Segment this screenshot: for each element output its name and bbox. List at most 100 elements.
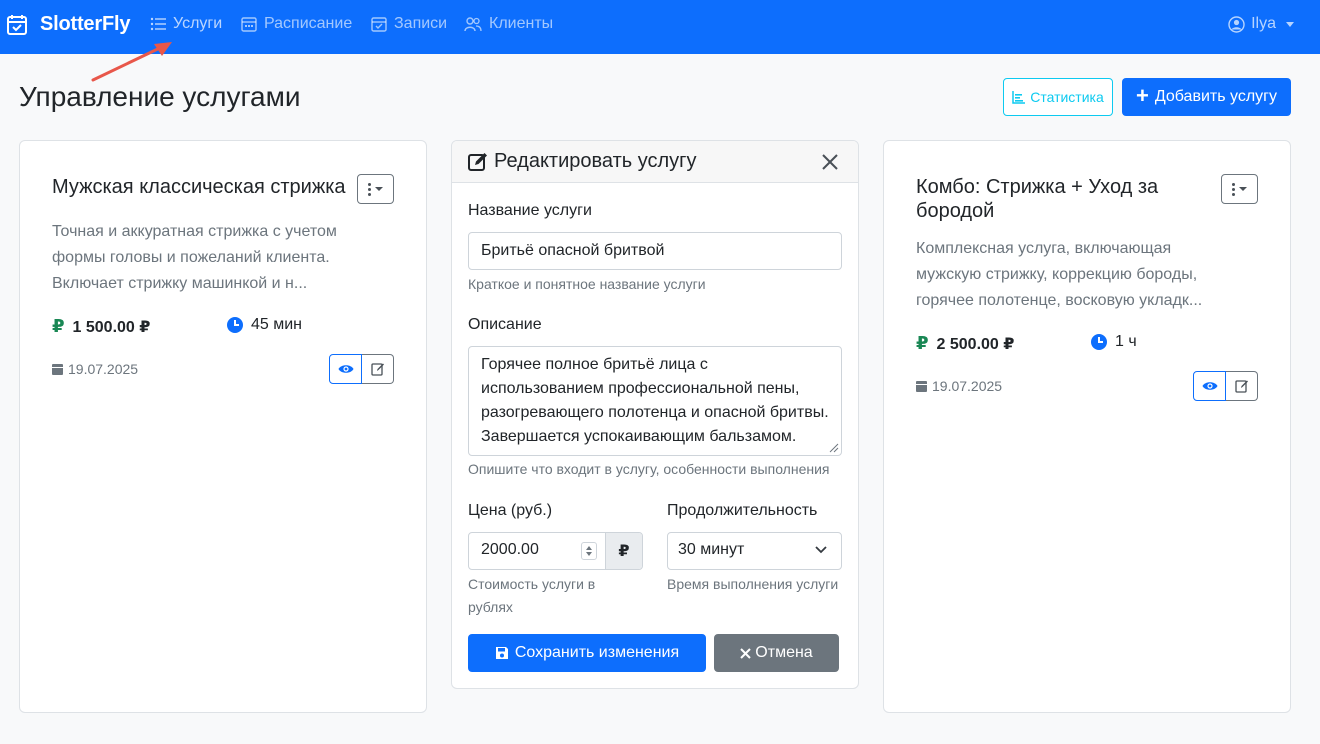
navbar: SlotterFly Услуги Расписание Записи Клие… — [0, 0, 1320, 54]
edit-form-header: Редактировать услугу — [452, 141, 858, 183]
service-card: Мужская классическая стрижка Точная и ак… — [19, 140, 427, 713]
price-label: Цена (руб.) — [468, 502, 553, 519]
user-menu[interactable]: Ilya — [1228, 15, 1294, 33]
service-date: 19.07.2025 — [916, 378, 1002, 394]
chevron-down-icon — [815, 546, 827, 554]
kebab-icon — [1232, 182, 1235, 196]
edit-form-title: Редактировать услугу — [468, 150, 696, 173]
close-icon — [740, 647, 752, 659]
duration-value: 45 мин — [251, 316, 303, 333]
duration-hint: Время выполнения услуги — [667, 576, 839, 592]
ruble-icon: ₽ — [52, 316, 65, 336]
date-value: 19.07.2025 — [68, 361, 139, 377]
card-actions — [329, 354, 394, 384]
add-service-label: Добавить услугу — [1154, 88, 1277, 105]
service-name-input[interactable] — [468, 232, 842, 270]
save-icon — [495, 647, 508, 659]
people-icon — [464, 17, 482, 32]
user-circle-icon — [1228, 15, 1245, 33]
nav-label: Услуги — [173, 15, 223, 32]
user-name: Ilya — [1251, 15, 1276, 32]
service-price: ₽ 1 500.00 ₽ — [52, 316, 150, 337]
edit-service-form: Редактировать услугу Название услуги Кра… — [451, 140, 859, 689]
schedule-icon — [241, 17, 257, 32]
clock-icon — [227, 317, 243, 333]
service-duration: 1 ч — [1091, 333, 1137, 351]
add-service-button[interactable]: + Добавить услугу — [1122, 78, 1291, 116]
service-price: ₽ 2 500.00 ₽ — [916, 333, 1014, 354]
service-date: 19.07.2025 — [52, 361, 138, 377]
cancel-label: Отмена — [755, 644, 813, 661]
price-input[interactable]: 2000.00 — [469, 533, 605, 569]
calendar-check-icon — [7, 14, 27, 35]
service-card: Комбо: Стрижка + Уход за бородой Комплек… — [883, 140, 1291, 713]
edit-icon — [370, 363, 384, 376]
page-title: Управление услугами — [19, 81, 301, 112]
chevron-down-icon — [1239, 187, 1247, 191]
service-description: Точная и аккуратная стрижка с учетом фор… — [52, 223, 337, 292]
number-spinner[interactable] — [581, 542, 597, 560]
statistics-button[interactable]: Статистика — [1003, 78, 1113, 116]
edit-icon — [468, 152, 487, 171]
description-label: Описание — [468, 316, 542, 333]
description-value: Горячее полное бритьё лица с использован… — [481, 356, 829, 445]
card-actions — [1193, 371, 1258, 401]
edit-icon — [1234, 380, 1248, 393]
calendar-icon — [916, 380, 927, 392]
date-value: 19.07.2025 — [932, 378, 1003, 394]
save-label: Сохранить изменения — [514, 644, 680, 661]
kebab-icon — [368, 182, 371, 196]
service-duration: 45 мин — [227, 316, 302, 334]
nav-item-schedule[interactable]: Расписание — [241, 15, 352, 33]
calendar-icon — [52, 363, 63, 375]
clock-icon — [1091, 334, 1107, 350]
eye-icon — [338, 365, 353, 373]
statistics-label: Статистика — [1030, 89, 1104, 105]
price-input-value: 2000.00 — [481, 541, 539, 558]
name-label: Название услуги — [468, 202, 592, 219]
service-title: Мужская классическая стрижка — [52, 176, 346, 198]
service-title: Комбо: Стрижка + Уход за бородой — [916, 176, 1159, 222]
view-button[interactable] — [1193, 371, 1226, 401]
service-menu-button[interactable] — [357, 174, 394, 204]
view-button[interactable] — [329, 354, 362, 384]
chart-icon — [1012, 90, 1026, 104]
duration-label: Продолжительность — [667, 502, 818, 519]
name-hint: Краткое и понятное название услуги — [468, 276, 706, 292]
edit-button[interactable] — [1226, 371, 1258, 401]
service-description: Комплексная услуга, включающая мужскую с… — [916, 240, 1203, 309]
duration-select[interactable]: 30 минут — [667, 532, 842, 570]
annotation-arrow-icon — [91, 42, 172, 82]
calendar-check-icon — [371, 17, 387, 32]
close-icon[interactable] — [820, 152, 840, 172]
ruble-icon: ₽ — [916, 333, 929, 353]
price-value: 2 500.00 ₽ — [936, 335, 1015, 353]
chevron-down-icon — [375, 187, 383, 191]
duration-select-value: 30 минут — [678, 541, 745, 558]
edit-form-title-text: Редактировать услугу — [494, 150, 697, 172]
price-hint: Стоимость услуги в рублях — [468, 576, 596, 615]
nav-label: Клиенты — [489, 15, 554, 32]
description-hint: Опишите что входит в услугу, особенности… — [468, 461, 830, 477]
duration-value: 1 ч — [1115, 333, 1137, 350]
price-value: 1 500.00 ₽ — [72, 318, 151, 336]
save-button[interactable]: Сохранить изменения — [468, 634, 706, 672]
nav-label: Записи — [394, 15, 448, 32]
edit-button[interactable] — [362, 354, 394, 384]
list-icon — [150, 17, 166, 31]
nav-item-clients[interactable]: Клиенты — [464, 15, 553, 33]
service-menu-button[interactable] — [1221, 174, 1258, 204]
cancel-button[interactable]: Отмена — [714, 634, 839, 672]
brand[interactable]: SlotterFly — [6, 13, 130, 36]
resize-handle-icon[interactable] — [829, 443, 839, 453]
plus-icon: + — [1135, 83, 1149, 108]
brand-name: SlotterFly — [40, 13, 131, 35]
nav-label: Расписание — [264, 15, 353, 32]
chevron-down-icon — [1286, 21, 1294, 27]
description-textarea[interactable]: Горячее полное бритьё лица с использован… — [468, 346, 842, 456]
nav-item-services[interactable]: Услуги — [150, 15, 222, 33]
eye-icon — [1202, 382, 1217, 390]
nav-item-bookings[interactable]: Записи — [371, 15, 447, 33]
currency-addon: ₽ — [605, 533, 642, 569]
price-input-group: 2000.00 ₽ — [468, 532, 643, 570]
